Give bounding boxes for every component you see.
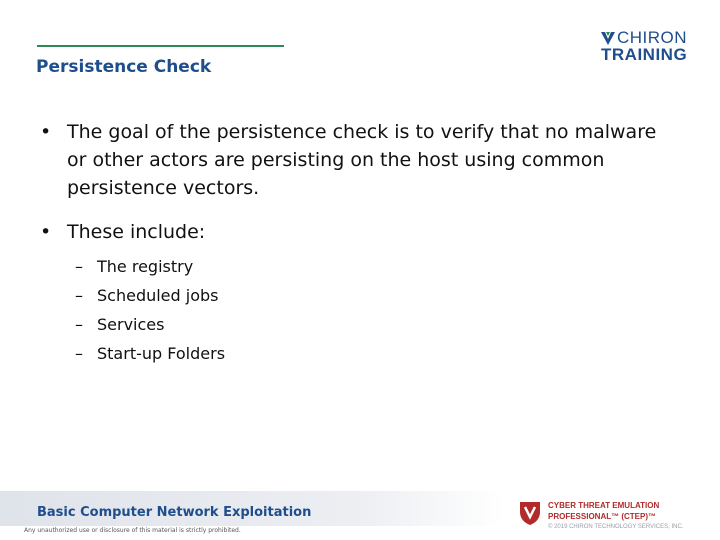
slide-content: • The goal of the persistence check is t… xyxy=(40,118,680,368)
slide-title: Persistence Check xyxy=(36,57,212,77)
chiron-logo-icon xyxy=(601,32,615,45)
program-line-1: CYBER THREAT EMULATION xyxy=(548,501,660,510)
logo-sub-text: TRAINING xyxy=(601,45,688,64)
bullet-item: • These include: xyxy=(40,218,680,246)
bullet-text: The goal of the persistence check is to … xyxy=(67,121,657,199)
slide-footer: Basic Computer Network Exploitation Any … xyxy=(0,491,720,540)
sub-item: – Start-up Folders xyxy=(75,339,680,368)
bullet-icon: • xyxy=(40,221,52,243)
dash-icon: – xyxy=(75,344,83,363)
dash-icon: – xyxy=(75,286,83,305)
bullet-item: • The goal of the persistence check is t… xyxy=(40,118,680,202)
sub-item: – Scheduled jobs xyxy=(75,281,680,310)
course-title: Basic Computer Network Exploitation xyxy=(37,505,312,520)
footer-notice: Any unauthorized use or disclosure of th… xyxy=(24,527,241,534)
copyright-text: © 2019 CHIRON TECHNOLOGY SERVICES, INC. xyxy=(548,524,684,530)
program-line-2: PROFESSIONAL™ (CTEP)™ xyxy=(548,512,657,521)
bullet-icon: • xyxy=(40,121,52,143)
bullet-text: These include: xyxy=(67,221,206,243)
ctep-shield-icon xyxy=(520,502,540,525)
dash-icon: – xyxy=(75,315,83,334)
sub-item-text: Scheduled jobs xyxy=(97,286,219,305)
sub-item: – Services xyxy=(75,310,680,339)
sub-item-text: The registry xyxy=(97,257,194,276)
sub-item-text: Start-up Folders xyxy=(97,344,226,363)
title-rule xyxy=(37,45,284,47)
sub-item: – The registry xyxy=(75,252,680,281)
sub-item-text: Services xyxy=(97,315,165,334)
chiron-logo: CHIRON TRAINING xyxy=(600,28,700,68)
dash-icon: – xyxy=(75,257,83,276)
sub-list: – The registry – Scheduled jobs – Servic… xyxy=(40,252,680,368)
